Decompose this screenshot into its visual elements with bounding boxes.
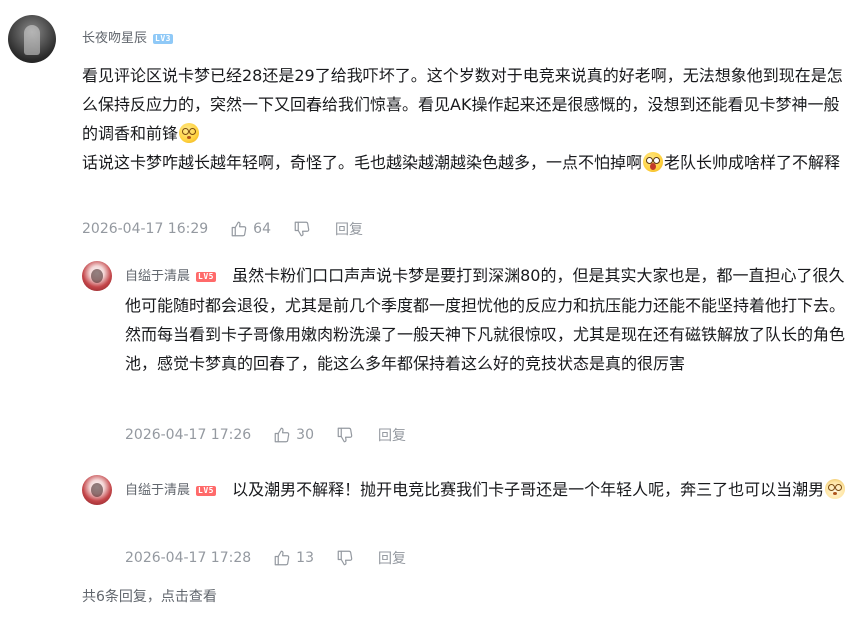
username[interactable]: 自缢于清晨 LV5 — [125, 269, 220, 284]
thumbs-down-icon — [337, 550, 353, 566]
like-count: 13 — [296, 550, 314, 566]
reply-button[interactable]: 回复 — [335, 219, 363, 239]
level-badge: LV5 — [196, 486, 216, 496]
reply-meta: 2026-04-17 17:28 13 回复 — [125, 548, 406, 568]
dislike-button[interactable] — [336, 426, 354, 444]
reply-button[interactable]: 回复 — [378, 548, 406, 568]
reply-meta: 2026-04-17 17:26 30 回复 — [125, 425, 406, 445]
thumbs-up-icon — [274, 550, 290, 566]
avatar-figure — [91, 269, 103, 283]
avatar-figure — [24, 25, 40, 55]
comment-text-part3: 老队长帅成啥样了不解释 — [664, 153, 841, 172]
thumbs-up-icon — [231, 221, 247, 237]
like-button[interactable]: 64 — [230, 220, 271, 238]
dizzy-face-emoji-icon — [179, 123, 200, 143]
reply-body: 虽然卡粉们口口声声说卡梦是要打到深渊80的，但是其实大家也是，都一直担心了很久他… — [125, 266, 846, 373]
dislike-button[interactable] — [293, 220, 311, 238]
username-text[interactable]: 自缢于清晨 — [125, 483, 190, 498]
like-count: 64 — [253, 221, 271, 237]
avatar-figure — [91, 483, 103, 497]
avatar[interactable] — [82, 261, 112, 291]
thumbs-down-icon — [294, 221, 310, 237]
reply-body: 以及潮男不解释！抛开电竞比赛我们卡子哥还是一个年轻人呢，奔三了也可以当潮男 — [232, 480, 825, 499]
comment-text-part2: 话说这卡梦咋越长越年轻啊，奇怪了。毛也越染越潮越染色越多，一点不怕掉啊 — [82, 153, 643, 172]
comment-meta: 2026-04-17 16:29 64 回复 — [82, 219, 363, 239]
timestamp: 2026-04-17 17:28 — [125, 550, 252, 566]
level-badge: LV5 — [196, 272, 216, 282]
reply-button[interactable]: 回复 — [378, 425, 406, 445]
username-text[interactable]: 自缢于清晨 — [125, 269, 190, 284]
timestamp: 2026-04-17 16:29 — [82, 221, 209, 237]
thumbs-down-icon — [337, 427, 353, 443]
username[interactable]: 长夜吻星辰 LV3 — [82, 27, 173, 46]
like-button[interactable]: 30 — [273, 426, 314, 444]
dislike-button[interactable] — [336, 549, 354, 567]
main-comment: 长夜吻星辰 LV3 看见评论区说卡梦已经28还是29了给我吓坏了。这个岁数对于电竞… — [0, 0, 852, 250]
reply-item: 自缢于清晨 LV5 以及潮男不解释！抛开电竞比赛我们卡子哥还是一个年轻人呢，奔三了… — [0, 460, 852, 580]
rice-ball-emoji-icon — [825, 479, 846, 499]
like-count: 30 — [296, 427, 314, 443]
username[interactable]: 自缢于清晨 LV5 — [125, 483, 220, 498]
avatar[interactable] — [82, 475, 112, 505]
reply-item: 自缢于清晨 LV5 虽然卡粉们口口声声说卡梦是要打到深渊80的，但是其实大家也是，… — [0, 250, 852, 460]
view-more-replies-link[interactable]: 共6条回复，点击查看 — [82, 586, 217, 606]
reply-text: 自缢于清晨 LV5 以及潮男不解释！抛开电竞比赛我们卡子哥还是一个年轻人呢，奔三了… — [125, 475, 849, 505]
surprised-face-emoji-icon — [643, 152, 664, 172]
timestamp: 2026-04-17 17:26 — [125, 427, 252, 443]
username-text[interactable]: 长夜吻星辰 — [82, 31, 147, 46]
thumbs-up-icon — [274, 427, 290, 443]
avatar[interactable] — [8, 15, 56, 63]
comment-text: 看见评论区说卡梦已经28还是29了给我吓坏了。这个岁数对于电竞来说真的好老啊，无… — [82, 61, 852, 177]
reply-text: 自缢于清晨 LV5 虽然卡粉们口口声声说卡梦是要打到深渊80的，但是其实大家也是，… — [125, 261, 849, 378]
like-button[interactable]: 13 — [273, 549, 314, 567]
level-badge: LV3 — [153, 34, 173, 44]
